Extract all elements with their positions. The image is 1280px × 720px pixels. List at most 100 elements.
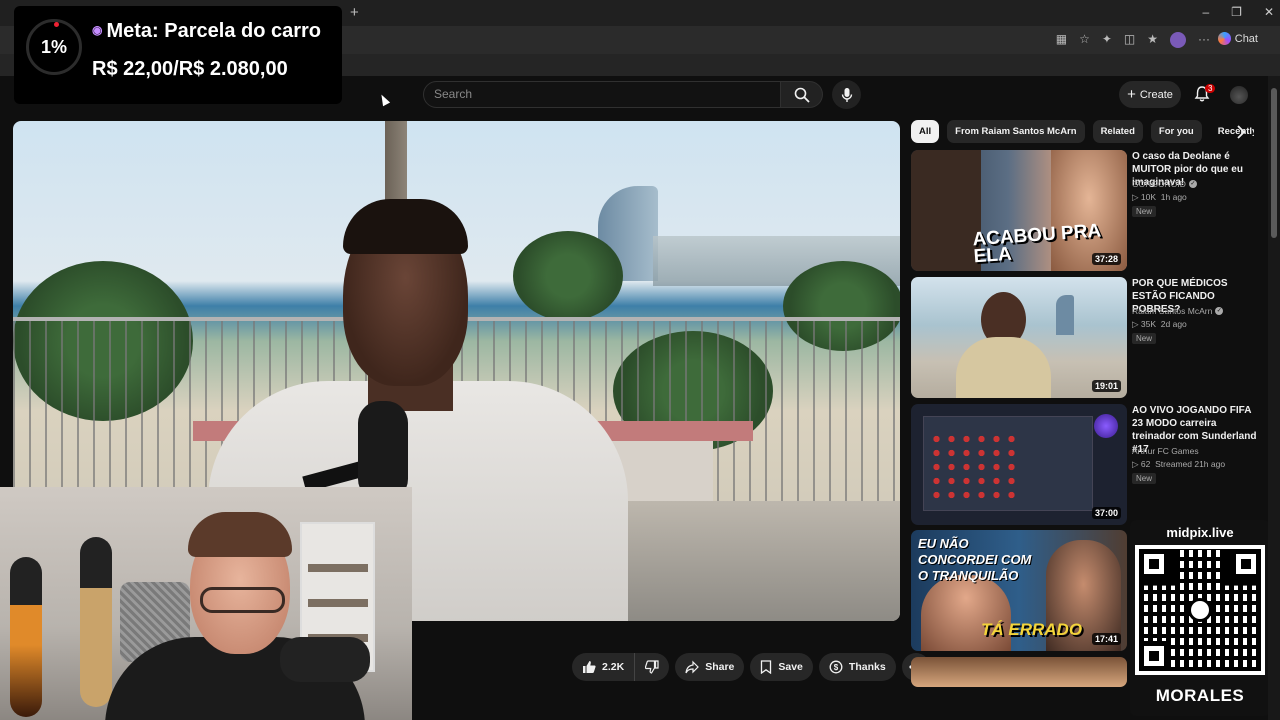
like-icon	[583, 661, 596, 673]
recommended-video[interactable]: ACABOU PRA ELA 37:28 O caso da Deolane é…	[911, 150, 1256, 272]
new-badge: New	[1132, 206, 1157, 217]
qr-overlay: midpix.live MORALES	[1130, 520, 1270, 716]
channel-name-text: GORGONOID	[1132, 179, 1186, 189]
video-duration: 37:28	[1091, 253, 1121, 265]
like-button[interactable]: 2.2K	[572, 653, 636, 681]
video-scene-palm	[513, 231, 623, 321]
chat-label: Chat	[1234, 32, 1258, 45]
split-screen-icon[interactable]: ◫	[1124, 32, 1135, 48]
goal-title: ◉ Meta: Parcela do carro	[92, 20, 321, 43]
goal-progress-ring: 1%	[26, 19, 82, 75]
create-button[interactable]: + Create	[1119, 81, 1181, 108]
profile-icon[interactable]	[1170, 32, 1186, 48]
star-icon[interactable]: ☆	[1079, 32, 1090, 48]
video-age: Streamed 21h ago	[1155, 459, 1226, 469]
close-icon[interactable]: ✕	[1264, 5, 1274, 19]
chip-for-you[interactable]: For you	[1150, 120, 1202, 143]
view-count: 62	[1140, 459, 1151, 469]
goal-title-text: Meta: Parcela do carro	[106, 20, 322, 42]
thumbnail-scene	[1056, 295, 1074, 335]
search-input[interactable]: Search	[423, 81, 781, 108]
channel-name[interactable]: GORGONOID ✓	[1132, 179, 1260, 189]
chip-all[interactable]: All	[911, 120, 940, 143]
streamer-hair	[188, 512, 292, 557]
screen: + – ❐ ✕ ▦ ☆ ✦ ◫ ★ ··· Chat Search + Crea…	[0, 0, 1280, 720]
mic-icon	[841, 87, 852, 102]
chevron-right-icon[interactable]	[1232, 123, 1250, 141]
copilot-chat-button[interactable]: Chat	[1217, 32, 1258, 45]
qr-finder	[1231, 549, 1261, 579]
new-tab-button[interactable]: +	[350, 4, 359, 21]
share-button[interactable]: Share	[675, 653, 745, 681]
like-count: 2.2K	[602, 661, 625, 673]
thumbnail-text: EU NÃO CONCORDEI COM O TRANQUILÃO	[918, 536, 1032, 583]
video-stats: ▷ 35K 2d ago	[1132, 319, 1187, 330]
dislike-icon	[645, 660, 659, 674]
video-thumbnail[interactable]: EU NÃO CONCORDEI COM O TRANQUILÃO TÁ ERR…	[911, 530, 1127, 651]
view-count: 35K	[1140, 319, 1157, 329]
thumbnail-person	[956, 337, 1051, 398]
plus-icon: +	[1127, 86, 1136, 103]
video-scene-floor	[613, 501, 900, 621]
save-button[interactable]: Save	[750, 653, 813, 681]
svg-text:$: $	[834, 663, 839, 672]
chip-from-channel[interactable]: From Raiam Santos McArn	[947, 120, 1085, 143]
thanks-label: Thanks	[848, 661, 886, 673]
qr-code-image	[1135, 545, 1265, 675]
video-stats: ▷ 62 Streamed 21h ago	[1132, 459, 1225, 470]
voice-search-button[interactable]	[832, 80, 861, 109]
page-scrollbar[interactable]	[1268, 76, 1280, 720]
recommended-video[interactable]: 37:00 AO VIVO JOGANDO FIFA 23 MODO carre…	[911, 404, 1256, 526]
goal-percent: 1%	[40, 36, 67, 57]
goal-overlay: 1% ◉ Meta: Parcela do carro R$ 22,00/R$ 2…	[14, 6, 342, 104]
video-thumbnail[interactable]: 37:00	[911, 404, 1127, 525]
menu-dots-icon[interactable]: ···	[1198, 32, 1210, 48]
video-actions: 2.2K Share Save $ Thanks	[572, 653, 930, 681]
qr-label: midpix.live	[1166, 525, 1234, 540]
globe-icon	[1188, 598, 1212, 622]
channel-name-text: Raiam Santos McArn	[1132, 306, 1213, 316]
video-age: 2d ago	[1160, 319, 1187, 329]
share-icon	[685, 660, 700, 674]
verified-icon: ✓	[1215, 307, 1224, 315]
goal-amount: R$ 22,00/R$ 2.080,00	[92, 58, 288, 80]
save-label: Save	[778, 661, 803, 673]
video-duration: 37:00	[1091, 507, 1121, 519]
app-icon[interactable]: ▦	[1056, 32, 1067, 48]
recommended-video[interactable]: 19:01 POR QUE MÉDICOS ESTÃO FICANDO POBR…	[911, 277, 1256, 399]
video-thumbnail[interactable]: 19:01	[911, 277, 1127, 398]
video-age: 1h ago	[1160, 192, 1187, 202]
video-thumbnail[interactable]	[911, 657, 1127, 687]
thumbnail-person	[911, 150, 981, 271]
avatar[interactable]	[1230, 86, 1248, 104]
video-thumbnail[interactable]: ACABOU PRA ELA 37:28	[911, 150, 1127, 271]
dislike-button[interactable]	[635, 653, 670, 681]
extension-icon[interactable]: ✦	[1102, 32, 1112, 48]
like-dislike-group: 2.2K	[572, 653, 670, 681]
scrollbar-thumb[interactable]	[1271, 88, 1277, 238]
restore-icon[interactable]: ❐	[1231, 5, 1242, 19]
qr-brand: MORALES	[1155, 686, 1245, 705]
streamer-webcam	[0, 487, 412, 720]
channel-name[interactable]: Arthur FC Games	[1132, 446, 1260, 456]
chip-related[interactable]: Related	[1092, 120, 1143, 143]
gem-icon: ◉	[92, 23, 103, 37]
glasses	[200, 587, 285, 613]
channel-name-text: Arthur FC Games	[1132, 446, 1199, 456]
thanks-button[interactable]: $ Thanks	[818, 653, 896, 681]
streamer-microphone	[280, 637, 370, 682]
video-duration: 19:01	[1091, 380, 1121, 392]
favorites-icon[interactable]: ★	[1147, 32, 1158, 48]
related-filter-chips: All From Raiam Santos McArn Related For …	[911, 120, 1254, 144]
video-stats: ▷ 10K 1h ago	[1132, 192, 1187, 203]
search-button[interactable]	[781, 81, 823, 108]
guitar-image	[80, 537, 112, 707]
search-icon	[794, 87, 810, 103]
video-duration: 17:41	[1091, 633, 1121, 645]
copilot-icon	[1217, 32, 1231, 45]
channel-name[interactable]: Raiam Santos McArn ✓	[1132, 306, 1260, 316]
video-microphone	[358, 401, 408, 501]
minimize-icon[interactable]: –	[1202, 5, 1209, 19]
thanks-icon: $	[829, 660, 843, 674]
thumbnail-game-squad	[929, 432, 1019, 502]
